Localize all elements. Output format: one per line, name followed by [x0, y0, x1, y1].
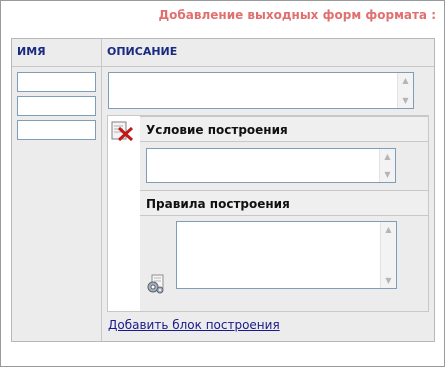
- description-scrollbar[interactable]: ▲ ▼: [397, 73, 413, 108]
- rules-scrollbar[interactable]: ▲ ▼: [380, 222, 396, 288]
- condition-scrollbar[interactable]: ▲ ▼: [379, 149, 395, 182]
- condition-section-header: Условие построения: [140, 116, 428, 142]
- gear-document-icon: [147, 274, 164, 294]
- form-window: Добавление выходных форм формата : ИМЯ О…: [0, 0, 445, 367]
- page-title: Добавление выходных форм формата :: [158, 8, 436, 22]
- condition-section-body: ▲ ▼: [140, 142, 428, 190]
- rules-section-body: ▲ ▼: [140, 216, 428, 311]
- build-block: Условие построения ▲ ▼ Правила построени…: [107, 115, 429, 312]
- column-header-name: ИМЯ: [12, 39, 102, 67]
- name-column: [12, 67, 102, 341]
- scroll-up-arrow-icon[interactable]: ▲: [398, 73, 413, 88]
- name-input-1[interactable]: [17, 72, 96, 92]
- name-input-3[interactable]: [17, 120, 96, 140]
- add-build-block-link[interactable]: Добавить блок построения: [108, 318, 280, 332]
- scroll-down-arrow-icon[interactable]: ▼: [381, 273, 396, 288]
- scroll-down-arrow-icon[interactable]: ▼: [398, 93, 413, 108]
- output-forms-table: ИМЯ ОПИСАНИЕ ▲ ▼ Условие построения ▲ ▼ …: [11, 38, 435, 342]
- rules-textarea[interactable]: ▲ ▼: [176, 221, 397, 289]
- delete-icon[interactable]: [111, 120, 135, 142]
- condition-textarea[interactable]: ▲ ▼: [146, 148, 396, 183]
- column-header-description: ОПИСАНИЕ: [102, 39, 434, 67]
- scroll-up-arrow-icon[interactable]: ▲: [380, 149, 395, 164]
- name-input-2[interactable]: [17, 96, 96, 116]
- description-textarea[interactable]: ▲ ▼: [108, 72, 414, 109]
- scroll-down-arrow-icon[interactable]: ▼: [380, 167, 395, 182]
- scroll-up-arrow-icon[interactable]: ▲: [381, 222, 396, 237]
- rules-section-header: Правила построения: [140, 190, 428, 216]
